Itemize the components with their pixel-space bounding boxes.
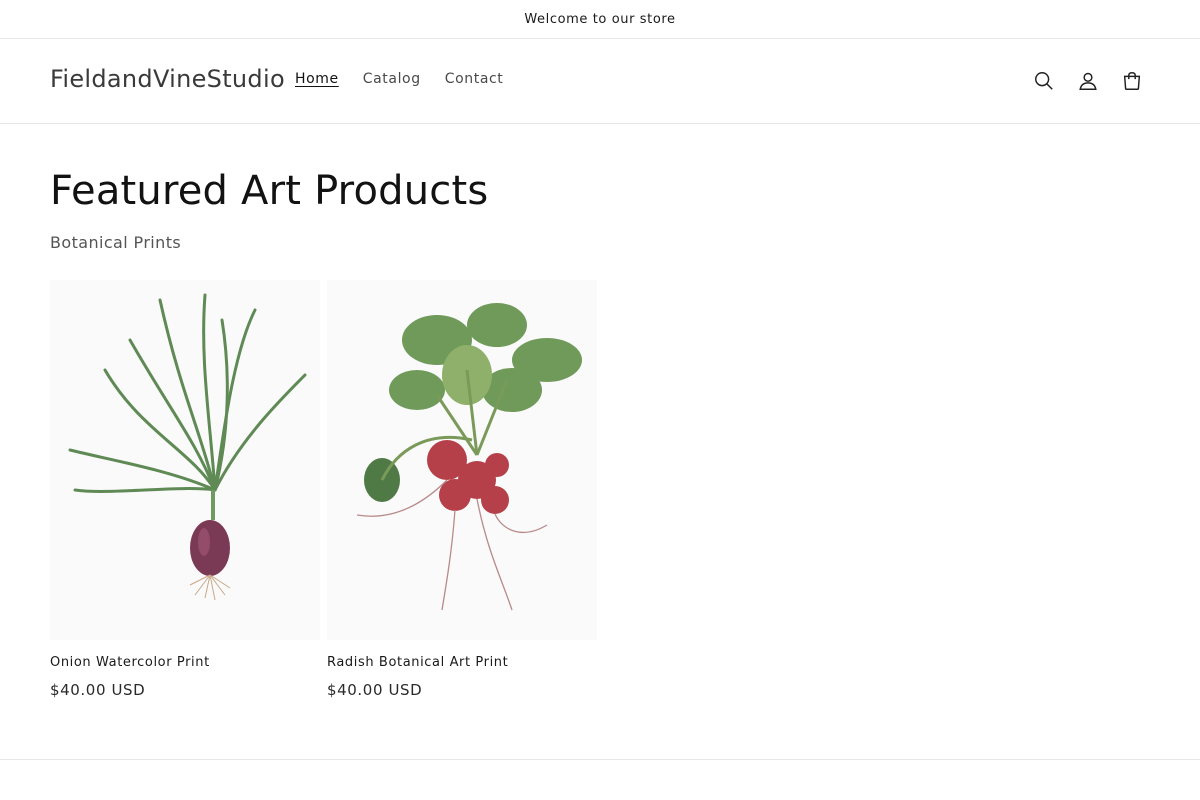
- footer-divider: [0, 759, 1200, 760]
- nav-contact[interactable]: Contact: [433, 71, 516, 87]
- site-header: FieldandVineStudio Home Catalog Contact: [0, 39, 1200, 124]
- page-title: Featured Art Products: [50, 168, 489, 214]
- product-title[interactable]: Radish Botanical Art Print: [327, 655, 597, 670]
- nav-home[interactable]: Home: [283, 71, 351, 87]
- collection-subtitle: Botanical Prints: [50, 233, 182, 252]
- store-logo[interactable]: FieldandVineStudio: [50, 65, 285, 93]
- account-button[interactable]: [1066, 66, 1110, 96]
- announcement-text: Welcome to our store: [524, 11, 676, 27]
- nav-catalog[interactable]: Catalog: [351, 71, 433, 87]
- search-button[interactable]: [1022, 66, 1066, 96]
- product-price: $40.00 USD: [50, 681, 146, 699]
- account-icon: [1079, 72, 1097, 90]
- product-image-onion[interactable]: [50, 280, 320, 640]
- onion-illustration: [68, 293, 307, 601]
- radish-illustration: [356, 303, 582, 611]
- product-price: $40.00 USD: [327, 681, 423, 699]
- main-nav: Home Catalog Contact: [283, 71, 515, 87]
- announcement-bar: Welcome to our store: [0, 0, 1200, 39]
- cart-icon: [1123, 72, 1141, 90]
- product-title[interactable]: Onion Watercolor Print: [50, 655, 320, 670]
- cart-button[interactable]: [1110, 66, 1154, 96]
- search-icon: [1035, 72, 1053, 90]
- product-card[interactable]: Radish Botanical Art Print $40.00 USD: [327, 280, 597, 699]
- product-card[interactable]: Onion Watercolor Print $40.00 USD: [50, 280, 320, 699]
- header-icons: [1022, 66, 1154, 96]
- product-image-radish[interactable]: [327, 280, 597, 640]
